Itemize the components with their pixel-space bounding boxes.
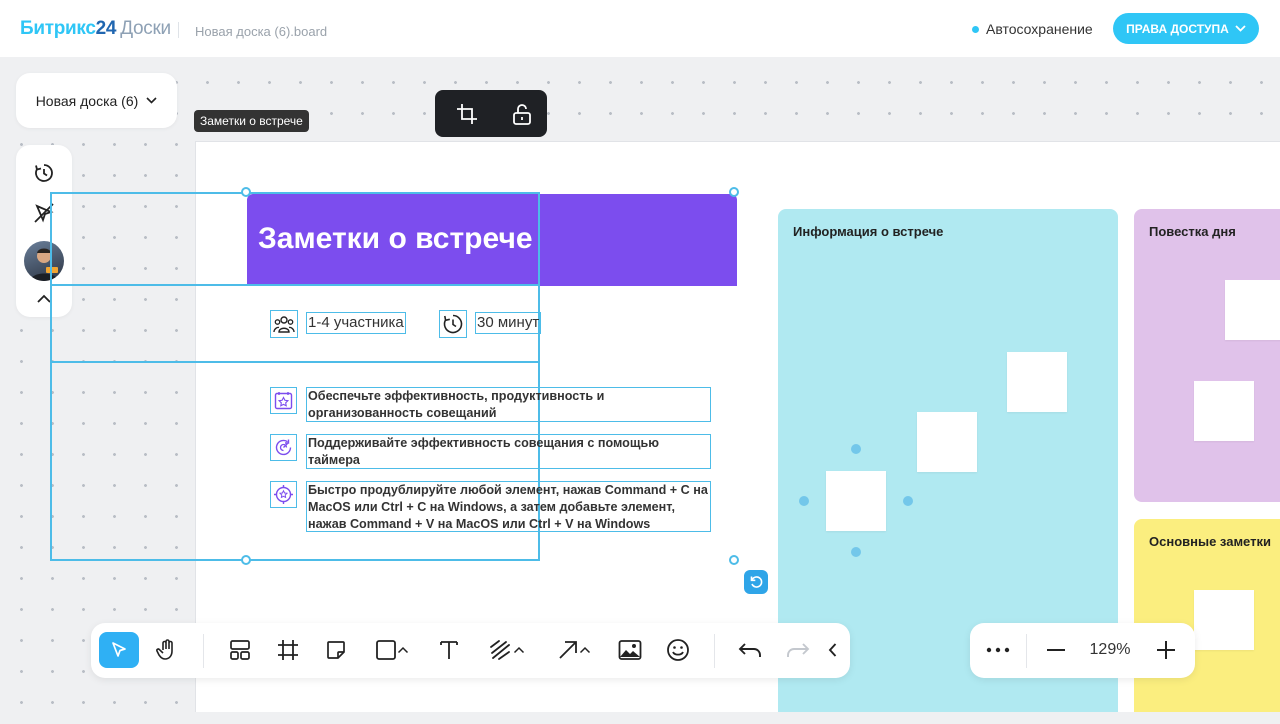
clock-icon[interactable] (439, 310, 467, 338)
timer-refresh-icon[interactable] (270, 434, 297, 461)
image-tool[interactable] (612, 632, 648, 668)
hand-tool[interactable] (149, 632, 185, 668)
bullet-text[interactable]: Обеспечьте эффективность, продуктивность… (306, 387, 711, 422)
bullet-text[interactable]: Поддерживайте эффективность совещания с … (306, 434, 711, 469)
participants-text[interactable]: 1-4 участника (306, 312, 406, 334)
zoom-in-button[interactable] (1150, 632, 1182, 668)
board-selector-label: Новая доска (6) (35, 92, 139, 109)
chevron-up-icon (513, 646, 525, 654)
file-name: Новая доска (6).board (195, 24, 328, 39)
unlock-icon[interactable] (509, 101, 535, 127)
undo-icon (738, 643, 761, 657)
shape-tool[interactable] (366, 632, 418, 668)
sticky-tool[interactable] (318, 632, 354, 668)
connection-point[interactable] (799, 496, 809, 506)
connection-point[interactable] (851, 547, 861, 557)
calendar-star-icon[interactable] (270, 387, 297, 414)
sticky-note[interactable] (1194, 590, 1254, 650)
timer-icon[interactable] (32, 161, 56, 185)
agenda-column-title: Повестка дня (1149, 224, 1236, 239)
status-dot-icon (972, 25, 979, 33)
frame-icon (278, 640, 298, 660)
redo-button[interactable] (780, 632, 816, 668)
divider (203, 634, 204, 668)
frame-toolbar (435, 90, 547, 137)
autosave-label: Автосохранение (986, 21, 1093, 37)
emoji-icon (667, 639, 689, 661)
template-tool[interactable] (222, 632, 258, 668)
duration-text[interactable]: 30 минут (475, 312, 542, 334)
divider (178, 22, 179, 38)
participants-icon[interactable] (270, 310, 298, 338)
emoji-tool[interactable] (660, 632, 696, 668)
autosave-status: Автосохранение (972, 21, 1093, 37)
sticky-note[interactable] (1194, 381, 1254, 441)
connection-point[interactable] (851, 444, 861, 454)
sticky-note[interactable] (826, 471, 886, 531)
arrow-icon (559, 641, 577, 659)
plus-icon (1157, 641, 1175, 659)
frame-crop-icon[interactable] (454, 101, 480, 127)
resize-handle[interactable] (241, 555, 251, 565)
connection-point[interactable] (903, 496, 913, 506)
zoom-value[interactable]: 129% (1082, 641, 1138, 659)
frame-tooltip: Заметки о встрече (194, 110, 309, 132)
select-tool[interactable] (99, 632, 139, 668)
target-star-icon[interactable] (270, 481, 297, 508)
info-column-title: Информация о встрече (793, 224, 944, 239)
arrow-tool[interactable] (550, 632, 598, 668)
zoom-bar: 129% (970, 623, 1195, 678)
access-rights-button[interactable]: ПРАВА ДОСТУПА (1113, 13, 1259, 44)
chevron-down-icon (146, 97, 157, 104)
sticky-note[interactable] (1007, 352, 1067, 412)
top-bar: Битрикс24 Доски Новая доска (6).board Авт… (0, 0, 1280, 57)
chevron-up-icon (397, 646, 409, 654)
logo[interactable]: Битрикс24 Доски (20, 18, 171, 40)
hand-icon (156, 639, 173, 660)
sticky-note[interactable] (917, 412, 977, 472)
access-rights-label: ПРАВА ДОСТУПА (1126, 21, 1229, 36)
resize-handle[interactable] (241, 187, 251, 197)
zoom-out-button[interactable] (1040, 632, 1072, 668)
image-icon (618, 640, 642, 660)
frame-tool[interactable] (270, 632, 306, 668)
notes-column-title: Основные заметки (1149, 534, 1271, 549)
collapse-toolbar-button[interactable] (821, 632, 843, 668)
resize-handle[interactable] (729, 555, 739, 565)
pen-tool[interactable] (481, 632, 533, 668)
notes-column[interactable]: Основные заметки (1134, 519, 1280, 712)
square-icon (376, 640, 396, 660)
resize-handle[interactable] (729, 187, 739, 197)
more-button[interactable] (982, 632, 1014, 668)
divider (1026, 634, 1027, 668)
board-selector[interactable]: Новая доска (6) (16, 73, 177, 128)
card-divider (50, 361, 540, 363)
divider (714, 634, 715, 668)
chevron-down-icon (1235, 25, 1246, 32)
text-icon (440, 641, 458, 659)
rotate-icon (750, 576, 763, 588)
pen-icon (490, 640, 510, 660)
text-tool[interactable] (431, 632, 467, 668)
chevron-left-icon (828, 643, 836, 657)
sticky-note[interactable] (1225, 280, 1280, 340)
bullet-text[interactable]: Быстро продублируйте любой элемент, нажа… (306, 481, 711, 532)
card-divider (50, 284, 540, 286)
minus-icon (1047, 649, 1065, 651)
rotate-button[interactable] (744, 570, 768, 594)
cursor-icon (112, 642, 126, 657)
bottom-toolbar (91, 623, 850, 678)
sticky-icon (327, 641, 345, 659)
redo-icon (787, 643, 810, 657)
chevron-up-icon (579, 646, 591, 654)
undo-button[interactable] (732, 632, 768, 668)
agenda-column[interactable]: Повестка дня (1134, 209, 1280, 502)
more-icon (986, 647, 1010, 653)
template-icon (230, 640, 250, 660)
